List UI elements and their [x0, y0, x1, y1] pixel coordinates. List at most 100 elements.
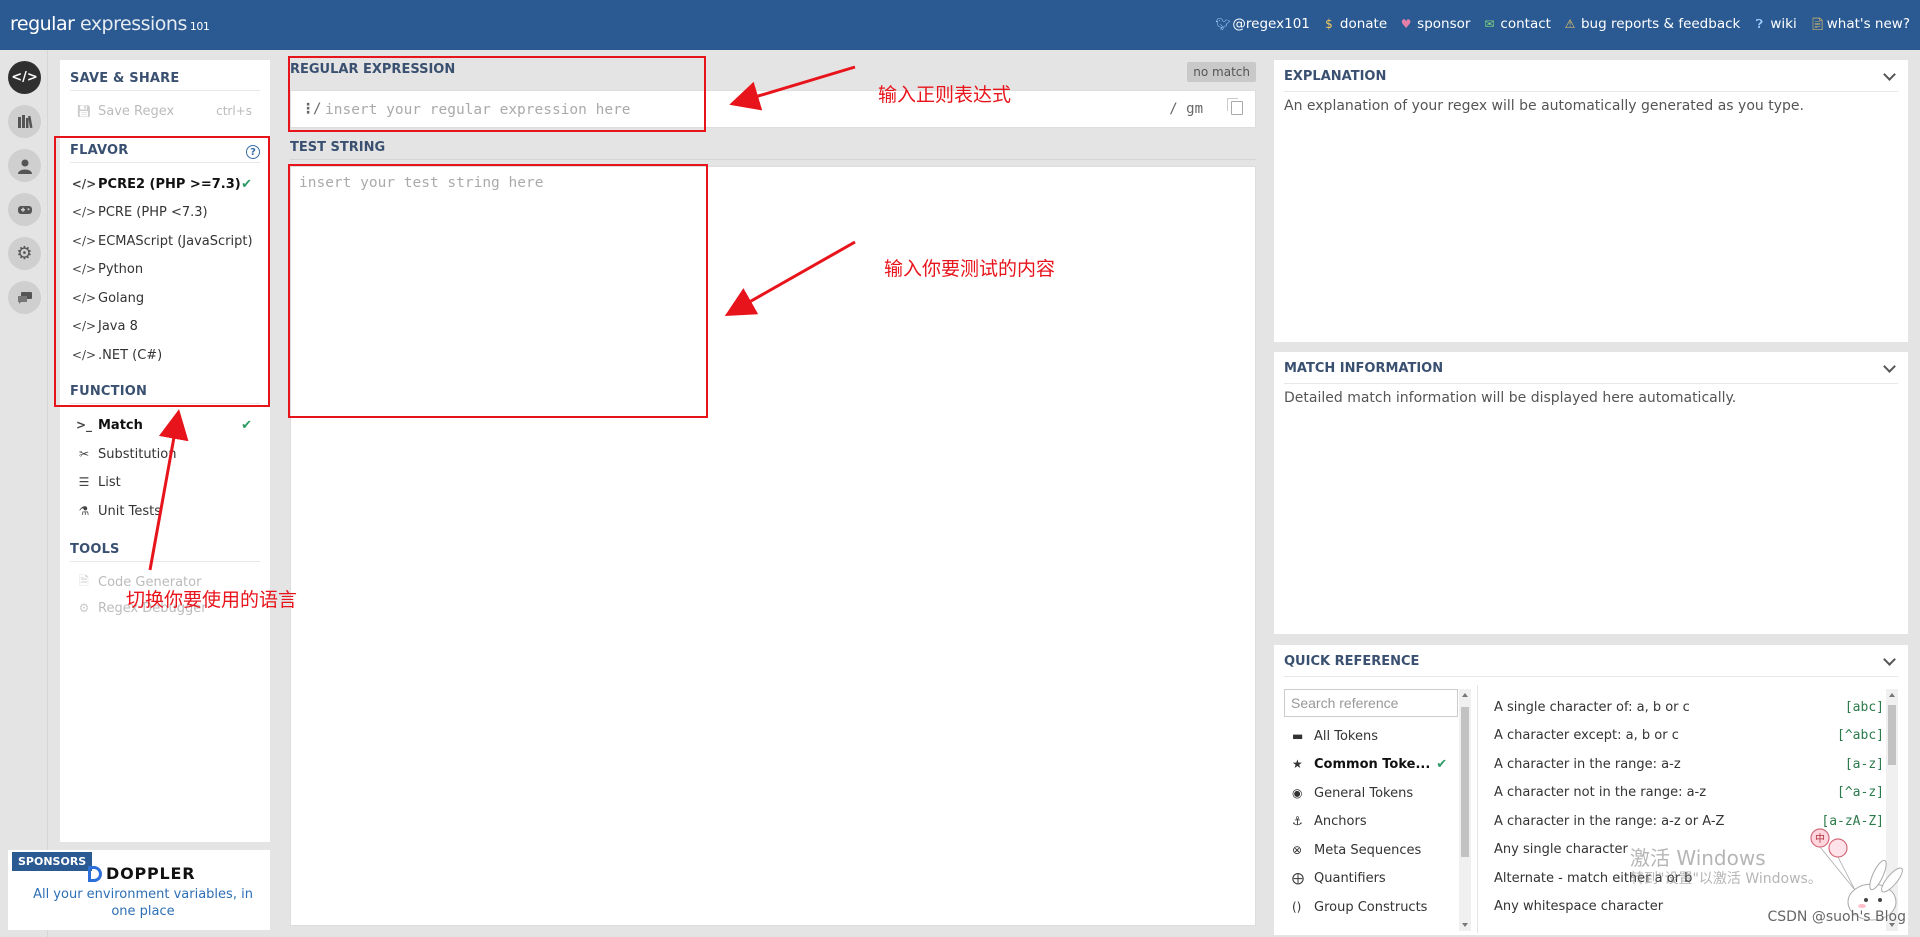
dollar-icon: $ — [1325, 17, 1333, 31]
test-string-title: TEST STRING — [290, 140, 386, 155]
star-icon: ★ — [1292, 757, 1303, 771]
quick-reference-title: QUICK REFERENCE — [1284, 654, 1420, 669]
regex-flags-button[interactable]: / gm — [1169, 101, 1203, 117]
scissors-icon: ✂ — [78, 447, 90, 461]
match-status-badge: no match — [1187, 62, 1256, 82]
ref-category-meta-sequences[interactable]: ⊗ Meta Sequences — [1292, 839, 1462, 861]
rail-settings-button[interactable]: ⚙ — [8, 237, 41, 270]
ref-category-common-tokens[interactable]: ★ Common Toke... ✔ — [1292, 753, 1462, 775]
quantifier-icon: ⨁ — [1292, 871, 1304, 885]
reference-search-input[interactable] — [1284, 689, 1458, 717]
left-rail: </> ⚙ — [0, 50, 48, 937]
annotation-box-test-string — [288, 164, 708, 418]
panel-divider — [1284, 383, 1898, 384]
ref-category-general-tokens[interactable]: ◉ General Tokens — [1292, 782, 1462, 804]
doppler-mark-icon — [88, 865, 102, 882]
rail-library-button[interactable] — [8, 105, 41, 138]
nav-donate[interactable]: $ donate — [1323, 16, 1387, 32]
rail-account-button[interactable] — [8, 149, 41, 182]
annotation-regex-note: 输入正则表达式 — [878, 84, 1012, 106]
floppy-icon: 💾︎ — [76, 104, 92, 118]
library-icon — [17, 114, 33, 128]
csdn-watermark: CSDN @suoh's Blog — [1767, 909, 1906, 925]
match-information-panel: MATCH INFORMATION Detailed match informa… — [1274, 352, 1908, 634]
doppler-logo: DOPPLER — [88, 864, 195, 883]
scroll-up-icon[interactable] — [1889, 693, 1895, 697]
stack-icon: ▬ — [1292, 729, 1304, 743]
chat-icon — [17, 291, 32, 304]
scroll-down-icon[interactable] — [1462, 923, 1468, 927]
tools-title: TOOLS — [70, 542, 120, 557]
nav-whats-new[interactable]: 📄︎ what's new? — [1810, 16, 1910, 32]
app-logo[interactable]: regular expressions 101 — [10, 13, 210, 35]
section-divider — [290, 159, 1256, 160]
chevron-down-icon[interactable] — [1883, 653, 1896, 666]
save-share-title: SAVE & SHARE — [70, 71, 180, 86]
nav-twitter[interactable]: 🐦︎ @regex101 — [1215, 16, 1309, 32]
function-unit-tests[interactable]: ⚗ Unit Tests — [70, 499, 260, 523]
ref-row[interactable]: A character not in the range: a-z [^a-z] — [1494, 781, 1884, 803]
annotation-box-flavor — [54, 136, 270, 407]
ref-category-quantifiers[interactable]: ⨁ Quantifiers — [1292, 867, 1462, 889]
nav-sponsor[interactable]: ♥ sponsor — [1400, 16, 1471, 32]
ref-row[interactable]: A character except: a, b or c [^abc] — [1494, 724, 1884, 746]
rail-chat-button[interactable] — [8, 281, 41, 314]
match-info-body: Detailed match information will be displ… — [1284, 390, 1737, 406]
target-icon: ◉ — [1292, 786, 1303, 800]
parentheses-icon: () — [1292, 900, 1302, 914]
quiz-icon — [17, 205, 32, 214]
save-shortcut: ctrl+s — [216, 104, 252, 118]
section-divider — [70, 561, 260, 562]
category-scrollbar[interactable] — [1459, 689, 1471, 931]
document-icon: 📄︎ — [1809, 17, 1825, 31]
panel-divider — [1477, 685, 1478, 933]
code-file-icon: 🗎︎ — [79, 573, 89, 588]
save-regex-button[interactable]: 💾︎ Save Regex ctrl+s — [70, 99, 260, 123]
check-icon: ✔ — [1436, 756, 1448, 772]
meta-icon: ⊗ — [1292, 843, 1303, 857]
ref-category-anchors[interactable]: ⚓ Anchors — [1292, 810, 1462, 832]
nav-contact[interactable]: ✉ contact — [1483, 16, 1551, 32]
explanation-panel: EXPLANATION An explanation of your regex… — [1274, 60, 1908, 342]
annotation-box-regex — [288, 56, 706, 132]
scroll-thumb[interactable] — [1461, 707, 1469, 857]
function-substitution[interactable]: ✂ Substitution — [70, 442, 260, 466]
panel-divider — [1284, 676, 1898, 677]
ref-category-group-constructs[interactable]: () Group Constructs — [1292, 896, 1462, 918]
function-match[interactable]: >_ Match ✔ — [70, 413, 260, 437]
svg-text:中: 中 — [1815, 832, 1825, 845]
twitter-icon: 🐦︎ — [1215, 17, 1231, 31]
chevron-down-icon[interactable] — [1883, 360, 1896, 373]
chevron-down-icon[interactable] — [1883, 68, 1896, 81]
top-header: regular expressions 101 🐦︎ @regex101 $ dona… — [0, 0, 1920, 50]
bug-icon: ⚙ — [78, 601, 90, 615]
sponsor-box[interactable]: SPONSORS DOPPLER All your environment va… — [8, 850, 270, 930]
scroll-thumb[interactable] — [1888, 705, 1896, 765]
function-list[interactable]: ☰ List — [70, 470, 260, 494]
explanation-body: An explanation of your regex will be aut… — [1284, 98, 1804, 114]
copy-icon[interactable] — [1227, 98, 1243, 115]
annotation-flavor-note: 切换你要使用的语言 — [126, 589, 298, 611]
scroll-up-icon[interactable] — [1462, 693, 1468, 697]
code-icon: </> — [11, 70, 38, 85]
envelope-icon: ✉ — [1484, 17, 1495, 31]
terminal-icon: >_ — [75, 418, 93, 432]
ref-row[interactable]: A character in the range: a-z [a-z] — [1494, 753, 1884, 775]
rail-quiz-button[interactable] — [8, 193, 41, 226]
settings-icon: ⚙ — [16, 243, 33, 264]
ref-category-all-tokens[interactable]: ▬ All Tokens — [1292, 725, 1462, 747]
sponsor-text: All your environment variables, in one p… — [33, 887, 253, 919]
rail-editor-button[interactable]: </> — [8, 61, 41, 94]
flask-icon: ⚗ — [78, 504, 90, 518]
nav-wiki[interactable]: ❓︎ wiki — [1753, 16, 1797, 32]
warning-icon: ⚠ — [1564, 17, 1576, 31]
anchor-icon: ⚓ — [1292, 814, 1303, 828]
user-icon — [17, 159, 32, 174]
match-info-title: MATCH INFORMATION — [1284, 361, 1444, 376]
ref-row[interactable]: A single character of: a, b or c [abc] — [1494, 696, 1884, 718]
nav-bug-reports[interactable]: ⚠ bug reports & feedback — [1564, 16, 1741, 32]
top-nav: 🐦︎ @regex101 $ donate ♥ sponsor ✉ contact ⚠ b… — [1215, 16, 1910, 32]
explanation-title: EXPLANATION — [1284, 69, 1387, 84]
section-divider — [70, 90, 260, 91]
windows-activation-sub: 转到"设置"以激活 Windows。 — [1630, 871, 1822, 887]
